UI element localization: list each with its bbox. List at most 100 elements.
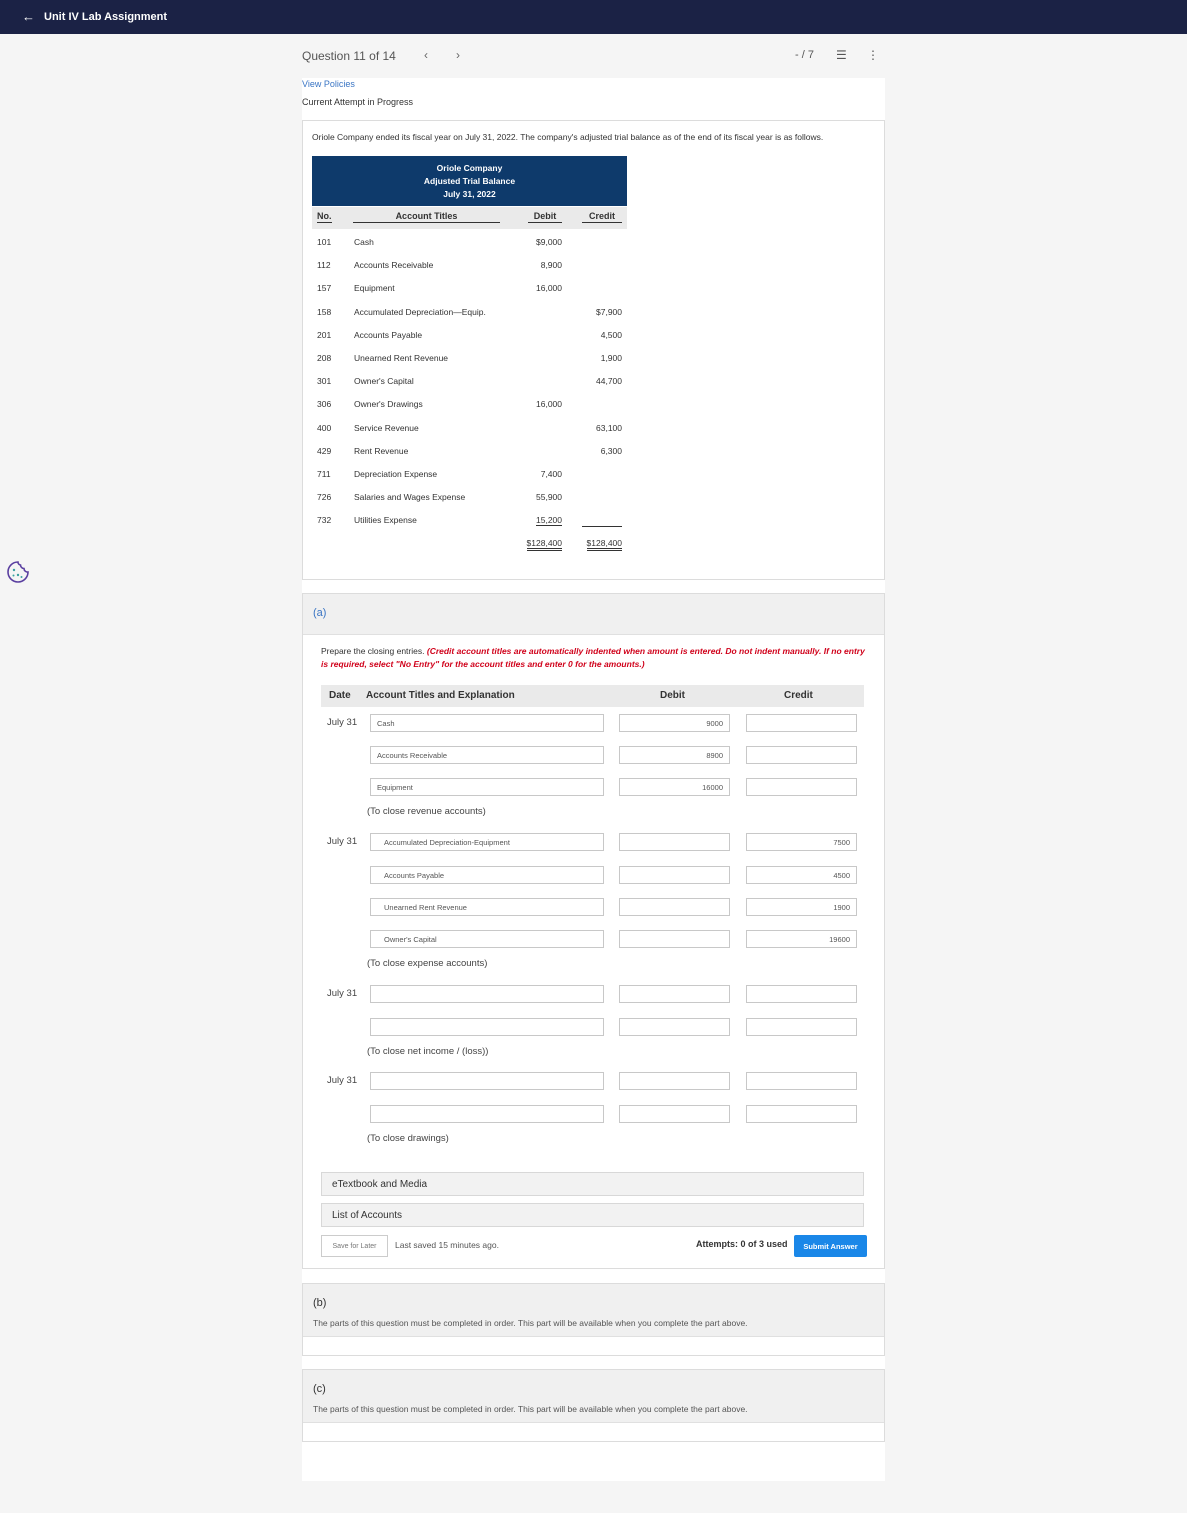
trial-balance-column-headers: No. Account Titles Debit Credit	[312, 207, 627, 229]
statement-name: Adjusted Trial Balance	[423, 176, 516, 186]
part-b-label: (b)	[313, 1297, 327, 1309]
credit-input[interactable]	[746, 866, 857, 884]
total-debit: $128,400	[526, 538, 562, 551]
question-nav: Question 11 of 14 ‹ › - / 7 ☰ ⋮	[302, 48, 885, 66]
list-of-accounts-bar[interactable]: List of Accounts	[321, 1203, 864, 1227]
trial-balance-row: 301 Owner's Capital 44,700	[312, 376, 627, 394]
save-for-later-button[interactable]: Save for Later	[321, 1235, 388, 1257]
credit-input[interactable]	[746, 714, 857, 732]
credit-amount: 1,900	[600, 353, 622, 363]
last-saved-text: Last saved 15 minutes ago.	[395, 1240, 499, 1250]
credit-amount: 63,100	[596, 422, 622, 433]
attempts-counter: Attempts: 0 of 3 used	[696, 1239, 788, 1249]
credit-input[interactable]	[746, 1105, 857, 1123]
debit-input[interactable]	[619, 866, 730, 884]
entry-date: July 31	[327, 836, 358, 847]
debit-input[interactable]	[619, 930, 730, 948]
account-title-input[interactable]	[370, 898, 604, 916]
credit-amount: 6,300	[600, 445, 622, 456]
account-title-input[interactable]	[370, 714, 604, 732]
account-title: Owner's Capital	[354, 376, 414, 387]
attempt-status: Current Attempt in Progress	[302, 97, 414, 107]
account-title-input[interactable]	[370, 833, 604, 851]
problem-text: Oriole Company ended its fiscal year on …	[312, 132, 824, 142]
account-title-input[interactable]	[370, 778, 604, 796]
part-a-header[interactable]: (a)	[303, 594, 884, 635]
account-title: Accounts Receivable	[354, 260, 434, 271]
debit-input[interactable]	[619, 746, 730, 764]
cookie-settings-icon[interactable]	[6, 560, 30, 584]
account-title-input[interactable]	[370, 1018, 604, 1036]
account-number: 301	[317, 376, 332, 387]
account-title-input[interactable]	[370, 746, 604, 764]
debit-amount: 8,900	[540, 260, 562, 271]
credit-input[interactable]	[746, 1072, 857, 1090]
list-accounts-label: List of Accounts	[332, 1210, 403, 1221]
debit-amount: $9,000	[536, 237, 562, 247]
col-debit: Debit	[528, 211, 562, 223]
back-arrow-icon[interactable]: ←	[22, 10, 35, 24]
credit-amount: $7,900	[596, 306, 622, 317]
credit-input[interactable]	[746, 778, 857, 796]
entry-date: July 31	[327, 1075, 358, 1086]
top-bar: ← Unit IV Lab Assignment	[0, 0, 1187, 34]
account-number: 208	[317, 353, 332, 363]
etextbook-label: eTextbook and Media	[332, 1179, 428, 1190]
entry-explanation: (To close net income / (loss))	[367, 1046, 489, 1057]
etextbook-bar[interactable]: eTextbook and Media	[321, 1172, 864, 1196]
account-title-input[interactable]	[370, 930, 604, 948]
debit-input[interactable]	[619, 833, 730, 851]
part-b-section: (b) The parts of this question must be c…	[302, 1283, 885, 1356]
debit-input[interactable]	[619, 898, 730, 916]
part-b-header: (b) The parts of this question must be c…	[303, 1284, 884, 1337]
credit-input[interactable]	[746, 930, 857, 948]
account-title-input[interactable]	[370, 1072, 604, 1090]
view-policies-link[interactable]: View Policies	[302, 79, 355, 89]
part-c-message: The parts of this question must be compl…	[313, 1404, 748, 1414]
col-credit: Credit	[582, 211, 622, 223]
account-number: 158	[317, 306, 332, 317]
credit-input[interactable]	[746, 985, 857, 1003]
debit-amount: 16,000	[536, 283, 562, 294]
debit-input[interactable]	[619, 714, 730, 732]
submit-answer-button[interactable]: Submit Answer	[794, 1235, 867, 1257]
entry-explanation: (To close revenue accounts)	[367, 806, 486, 817]
part-c-header: (c) The parts of this question must be c…	[303, 1370, 884, 1423]
more-options-icon[interactable]: ⋮	[867, 48, 879, 62]
account-number: 101	[317, 237, 332, 247]
next-question-icon[interactable]: ›	[456, 48, 460, 62]
assignment-title[interactable]: Unit IV Lab Assignment	[44, 11, 167, 23]
credit-input[interactable]	[746, 746, 857, 764]
journal-col-debit: Debit	[660, 690, 685, 701]
account-title-input[interactable]	[370, 1105, 604, 1123]
debit-input[interactable]	[619, 1072, 730, 1090]
entry-explanation: (To close expense accounts)	[367, 958, 488, 969]
account-number: 400	[317, 422, 332, 433]
question-counter: Question 11 of 14	[302, 49, 396, 63]
account-title-input[interactable]	[370, 866, 604, 884]
debit-input[interactable]	[619, 1105, 730, 1123]
statement-date: July 31, 2022	[443, 189, 496, 199]
score-display: - / 7	[795, 49, 814, 61]
credit-input[interactable]	[746, 833, 857, 851]
trial-balance-row: 429 Rent Revenue 6,300	[312, 446, 627, 464]
part-c-label: (c)	[313, 1383, 326, 1395]
account-number: 306	[317, 399, 332, 410]
entry-date: July 31	[327, 988, 358, 999]
question-list-icon[interactable]: ☰	[836, 48, 847, 62]
journal-col-date: Date	[329, 690, 351, 701]
account-title: Equipment	[354, 283, 395, 294]
part-a-label: (a)	[313, 607, 327, 619]
account-title: Rent Revenue	[354, 445, 409, 456]
account-number: 732	[317, 515, 332, 526]
journal-header: Date Account Titles and Explanation Debi…	[321, 685, 864, 707]
account-title: Unearned Rent Revenue	[354, 353, 449, 363]
debit-input[interactable]	[619, 778, 730, 796]
prev-question-icon[interactable]: ‹	[424, 48, 428, 62]
credit-input[interactable]	[746, 1018, 857, 1036]
trial-balance-totals: $128,400 $128,400	[312, 538, 627, 556]
credit-input[interactable]	[746, 898, 857, 916]
account-title-input[interactable]	[370, 985, 604, 1003]
debit-input[interactable]	[619, 1018, 730, 1036]
debit-input[interactable]	[619, 985, 730, 1003]
